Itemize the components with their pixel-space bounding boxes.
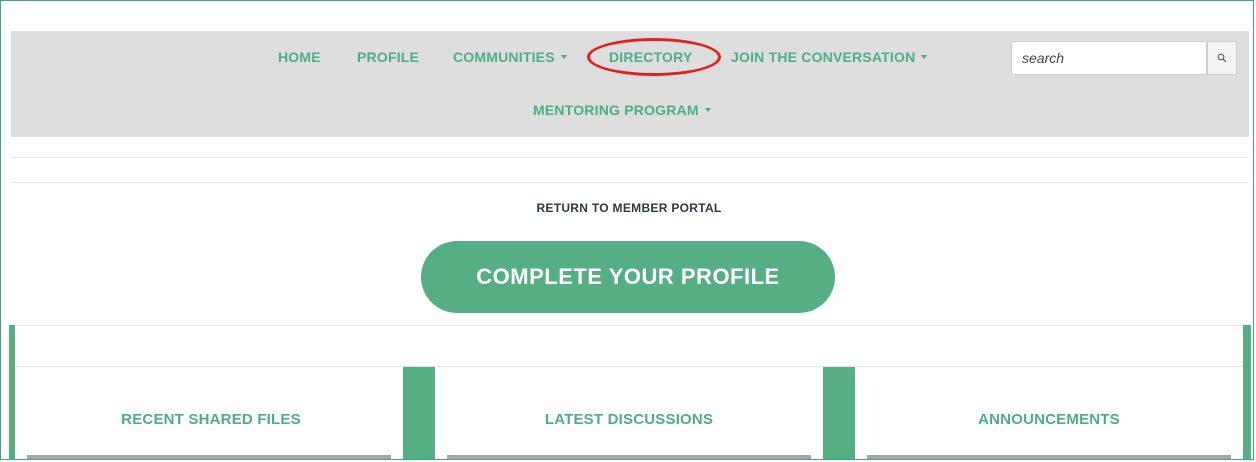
column-divider: [823, 367, 855, 459]
nav-directory-label: DIRECTORY: [609, 49, 693, 65]
panel-title-announcements: ANNOUNCEMENTS: [978, 411, 1120, 428]
nav-profile[interactable]: PROFILE: [357, 49, 419, 65]
right-accent-bar: [1243, 325, 1251, 459]
complete-profile-label: COMPLETE YOUR PROFILE: [476, 264, 780, 289]
complete-profile-button[interactable]: COMPLETE YOUR PROFILE: [421, 241, 835, 313]
nav-home-label: HOME: [278, 49, 321, 65]
nav-communities[interactable]: COMMUNITIES: [453, 49, 567, 65]
nav-join-the-conversation[interactable]: JOIN THE CONVERSATION: [731, 49, 928, 65]
nav-mentoring-label: MENTORING PROGRAM: [533, 102, 699, 118]
chevron-down-icon: [704, 108, 711, 113]
panel-title-latest-discussions: LATEST DISCUSSIONS: [544, 411, 714, 428]
search-button[interactable]: [1207, 41, 1237, 75]
chevron-down-icon: [560, 55, 567, 60]
nav-communities-label: COMMUNITIES: [453, 49, 555, 65]
column-divider: [403, 367, 435, 459]
chevron-down-icon: [921, 55, 928, 60]
nav-join-label: JOIN THE CONVERSATION: [731, 49, 916, 65]
return-to-member-portal-link[interactable]: RETURN TO MEMBER PORTAL: [1, 201, 1253, 215]
panel-divider: [447, 455, 811, 459]
panel-title-recent-shared-files: RECENT SHARED FILES: [121, 411, 301, 428]
section-band: [15, 325, 1243, 367]
search-input[interactable]: [1011, 41, 1207, 75]
panel-divider: [867, 455, 1231, 459]
search-icon: [1217, 53, 1227, 63]
nav-home[interactable]: HOME: [278, 49, 321, 65]
page-frame: HOME PROFILE COMMUNITIES DIRECTORY JOIN …: [0, 0, 1254, 460]
nav-profile-label: PROFILE: [357, 49, 420, 65]
nav-mentoring-program[interactable]: MENTORING PROGRAM: [533, 102, 711, 118]
divider-strip: [11, 157, 1249, 183]
panel-divider: [27, 455, 391, 459]
nav-directory[interactable]: DIRECTORY: [609, 49, 692, 65]
